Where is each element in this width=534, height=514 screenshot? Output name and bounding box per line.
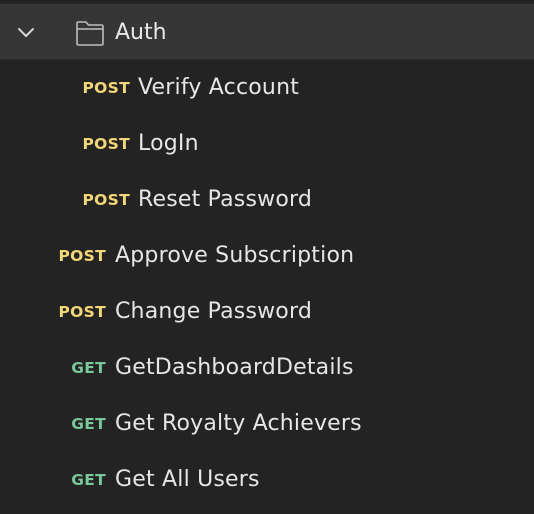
folder-row-auth[interactable]: Auth	[0, 4, 534, 60]
method-badge: GET	[71, 471, 106, 489]
request-name: Change Password	[115, 299, 312, 324]
method-badge: GET	[71, 415, 106, 433]
request-name: Get Royalty Achievers	[115, 411, 362, 436]
request-item-get-royalty-achievers[interactable]: GET Get Royalty Achievers	[0, 396, 534, 452]
method-badge: GET	[71, 359, 106, 377]
folder-name: Auth	[115, 20, 167, 45]
request-name: Approve Subscription	[115, 243, 355, 268]
folder-icon	[75, 19, 105, 47]
request-name: Reset Password	[138, 187, 313, 212]
request-name: Verify Account	[138, 75, 300, 100]
request-name: GetDashboardDetails	[115, 355, 354, 380]
request-item-login[interactable]: POST LogIn	[0, 116, 534, 172]
collection-tree: Auth POST Verify Account POST LogIn POST…	[0, 0, 534, 514]
request-item-approve-subscription[interactable]: POST Approve Subscription	[0, 228, 534, 284]
method-badge: POST	[82, 191, 130, 209]
request-name: Get All Users	[115, 467, 260, 492]
method-badge: POST	[82, 79, 130, 97]
method-badge: POST	[82, 135, 130, 153]
chevron-down-icon[interactable]	[16, 23, 36, 43]
request-item-verify-account[interactable]: POST Verify Account	[0, 60, 534, 116]
method-badge: POST	[58, 303, 106, 321]
request-item-change-password[interactable]: POST Change Password	[0, 284, 534, 340]
request-name: LogIn	[138, 131, 199, 156]
method-badge: POST	[58, 247, 106, 265]
request-item-getdashboarddetails[interactable]: GET GetDashboardDetails	[0, 340, 534, 396]
request-item-get-all-users[interactable]: GET Get All Users	[0, 452, 534, 508]
request-item-reset-password[interactable]: POST Reset Password	[0, 172, 534, 228]
